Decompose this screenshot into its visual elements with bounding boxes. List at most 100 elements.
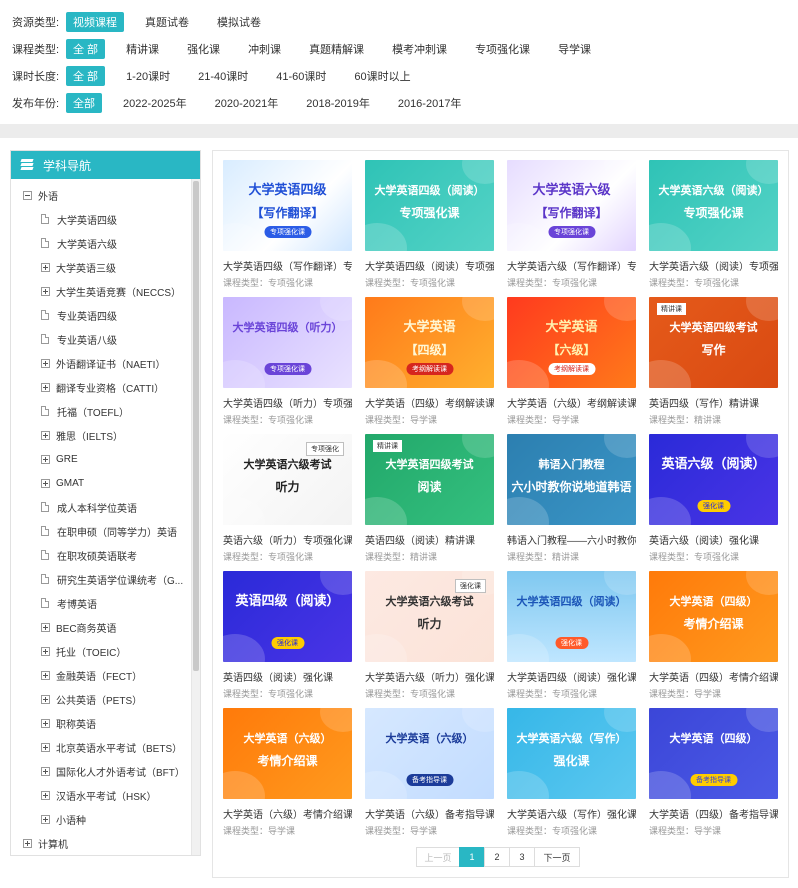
filter-option[interactable]: 2018-2019年: [299, 93, 377, 113]
course-thumbnail[interactable]: 大学英语（六级） 考情介绍课: [223, 708, 352, 799]
course-card[interactable]: 大学英语四级（阅读） 强化课 大学英语四级（阅读）强化课 课程类型：专项强化课: [507, 571, 636, 701]
expand-icon[interactable]: [41, 766, 50, 776]
course-title[interactable]: 英语四级（阅读）强化课: [223, 669, 352, 684]
course-card[interactable]: 大学英语六级考试 听力 专项强化 英语六级（听力）专项强化课 课程类型：专项强化课: [223, 434, 352, 564]
course-thumbnail[interactable]: 大学英语六级（阅读） 专项强化课: [649, 160, 778, 251]
expand-icon[interactable]: [41, 358, 50, 368]
course-thumbnail[interactable]: 英语六级（阅读） 强化课: [649, 434, 778, 525]
tree-node[interactable]: 考博英语: [41, 593, 97, 613]
course-title[interactable]: 大学英语四级（写作翻译）专: [223, 258, 352, 273]
course-title[interactable]: 大学英语（六级）考情介绍课: [223, 806, 352, 821]
course-thumbnail[interactable]: 大学英语（四级） 考情介绍课: [649, 571, 778, 662]
course-thumbnail[interactable]: 大学英语 【四级】 考纲解读课: [365, 297, 494, 388]
course-title[interactable]: 大学英语四级（阅读）强化课: [507, 669, 636, 684]
expand-icon[interactable]: [41, 670, 50, 680]
course-card[interactable]: 大学英语六级考试 听力 强化课 大学英语六级（听力）强化课 课程类型：专项强化课: [365, 571, 494, 701]
expand-icon[interactable]: [41, 718, 50, 728]
tree-node[interactable]: GMAT: [41, 473, 84, 493]
filter-option[interactable]: 专项强化课: [468, 39, 537, 59]
tree-node[interactable]: 金融英语（FECT）: [41, 665, 142, 685]
tree-node-root[interactable]: 外语: [23, 185, 58, 205]
prev-page-button[interactable]: 上一页: [416, 847, 460, 867]
collapse-icon[interactable]: [23, 190, 32, 200]
tree-node[interactable]: 成人本科学位英语: [41, 497, 137, 517]
course-thumbnail[interactable]: 大学英语六级考试 听力 强化课: [365, 571, 494, 662]
course-thumbnail[interactable]: 大学英语四级（阅读） 强化课: [507, 571, 636, 662]
course-card[interactable]: 大学英语四级 【写作翻译】 专项强化课 大学英语四级（写作翻译）专 课程类型：专项强化课: [223, 160, 352, 290]
filter-option[interactable]: 强化课: [180, 39, 227, 59]
tree-node[interactable]: BEC商务英语: [41, 617, 117, 637]
course-thumbnail[interactable]: 大学英语四级考试 写作 精讲课: [649, 297, 778, 388]
expand-icon[interactable]: [41, 454, 50, 464]
course-title[interactable]: 大学英语（六级）备考指导课: [365, 806, 494, 821]
course-title[interactable]: 英语六级（阅读）强化课: [649, 532, 778, 547]
course-title[interactable]: 大学英语（四级）考纲解读课: [365, 395, 494, 410]
tree-node[interactable]: 在职申硕（同等学力）英语: [41, 521, 177, 541]
page-button-3[interactable]: 3: [509, 847, 535, 867]
filter-option[interactable]: 全 部: [66, 66, 106, 86]
course-card[interactable]: 大学英语（四级） 考情介绍课 大学英语（四级）考情介绍课 课程类型：导学课: [649, 571, 778, 701]
tree-node[interactable]: 专业英语八级: [41, 329, 117, 349]
tree-node[interactable]: 职称英语: [41, 713, 96, 733]
course-title[interactable]: 大学英语六级（写作）强化课: [507, 806, 636, 821]
course-title[interactable]: 大学英语六级（阅读）专项强: [649, 258, 778, 273]
course-card[interactable]: 大学英语六级（阅读） 专项强化课 大学英语六级（阅读）专项强 课程类型：专项强化课: [649, 160, 778, 290]
tree-node[interactable]: 北京英语水平考试（BETS）: [41, 737, 182, 757]
course-card[interactable]: 大学英语 【四级】 考纲解读课 大学英语（四级）考纲解读课 课程类型：导学课: [365, 297, 494, 427]
tree-node[interactable]: 大学英语四级: [41, 209, 117, 229]
expand-icon[interactable]: [41, 814, 50, 824]
course-title[interactable]: 英语四级（阅读）精讲课: [365, 532, 494, 547]
course-thumbnail[interactable]: 大学英语 【六级】 考纲解读课: [507, 297, 636, 388]
course-card[interactable]: 大学英语四级（听力） 专项强化课 大学英语四级（听力）专项强 课程类型：专项强化课: [223, 297, 352, 427]
filter-option[interactable]: 全 部: [66, 39, 106, 59]
course-title[interactable]: 英语六级（听力）专项强化课: [223, 532, 352, 547]
course-card[interactable]: 大学英语六级（写作） 强化课 大学英语六级（写作）强化课 课程类型：专项强化课: [507, 708, 636, 838]
filter-option[interactable]: 1-20课时: [119, 66, 177, 86]
filter-option[interactable]: 21-40课时: [191, 66, 255, 86]
tree-node[interactable]: 雅思（IELTS）: [41, 425, 123, 445]
course-title[interactable]: 大学英语（四级）考情介绍课: [649, 669, 778, 684]
course-card[interactable]: 大学英语 【六级】 考纲解读课 大学英语（六级）考纲解读课 课程类型：导学课: [507, 297, 636, 427]
course-title[interactable]: 大学英语四级（听力）专项强: [223, 395, 352, 410]
course-title[interactable]: 大学英语（四级）备考指导课: [649, 806, 778, 821]
filter-option[interactable]: 精讲课: [119, 39, 166, 59]
course-title[interactable]: 大学英语六级（听力）强化课: [365, 669, 494, 684]
expand-icon[interactable]: [41, 790, 50, 800]
expand-icon[interactable]: [41, 286, 50, 296]
tree-node[interactable]: 国际化人才外语考试（BFT）: [41, 761, 185, 781]
expand-icon[interactable]: [41, 742, 50, 752]
tree-node[interactable]: 托业（TOEIC）: [41, 641, 126, 661]
filter-option[interactable]: 模拟试卷: [210, 12, 268, 32]
course-thumbnail[interactable]: 大学英语六级（写作） 强化课: [507, 708, 636, 799]
course-title[interactable]: 英语四级（写作）精讲课: [649, 395, 778, 410]
page-button-1[interactable]: 1: [459, 847, 485, 867]
tree-node[interactable]: GRE: [41, 449, 78, 469]
tree-node[interactable]: 大学生英语竞赛（NECCS）: [41, 281, 181, 301]
tree-node[interactable]: 大学英语六级: [41, 233, 117, 253]
course-thumbnail[interactable]: 大学英语四级（听力） 专项强化课: [223, 297, 352, 388]
course-card[interactable]: 大学英语四级（阅读） 专项强化课 大学英语四级（阅读）专项强 课程类型：专项强化课: [365, 160, 494, 290]
filter-option[interactable]: 真题精解课: [302, 39, 371, 59]
expand-icon[interactable]: [41, 430, 50, 440]
sidebar-scrollbar[interactable]: [191, 179, 200, 855]
course-thumbnail[interactable]: 大学英语（四级） 备考指导课: [649, 708, 778, 799]
course-card[interactable]: 韩语入门教程 六小时教你说地道韩语 韩语入门教程——六小时教你 课程类型：精讲课: [507, 434, 636, 564]
course-title[interactable]: 韩语入门教程——六小时教你: [507, 532, 636, 547]
filter-option[interactable]: 2022-2025年: [116, 93, 194, 113]
course-card[interactable]: 大学英语（六级） 考情介绍课 大学英语（六级）考情介绍课 课程类型：导学课: [223, 708, 352, 838]
course-title[interactable]: 大学英语四级（阅读）专项强: [365, 258, 494, 273]
scrollbar-thumb[interactable]: [193, 181, 199, 671]
expand-icon[interactable]: [41, 262, 50, 272]
course-card[interactable]: 英语六级（阅读） 强化课 英语六级（阅读）强化课 课程类型：专项强化课: [649, 434, 778, 564]
filter-option[interactable]: 真题试卷: [138, 12, 196, 32]
tree-node[interactable]: 大学英语三级: [41, 257, 116, 277]
course-card[interactable]: 大学英语四级考试 阅读 精讲课 英语四级（阅读）精讲课 课程类型：精讲课: [365, 434, 494, 564]
filter-option[interactable]: 全部: [66, 93, 102, 113]
filter-option[interactable]: 2020-2021年: [208, 93, 286, 113]
expand-icon[interactable]: [41, 382, 50, 392]
filter-option[interactable]: 冲刺课: [241, 39, 288, 59]
course-thumbnail[interactable]: 大学英语四级考试 阅读 精讲课: [365, 434, 494, 525]
tree-node[interactable]: 汉语水平考试（HSK）: [41, 785, 157, 805]
course-card[interactable]: 大学英语（六级） 备考指导课 大学英语（六级）备考指导课 课程类型：导学课: [365, 708, 494, 838]
course-thumbnail[interactable]: 大学英语四级 【写作翻译】 专项强化课: [223, 160, 352, 251]
